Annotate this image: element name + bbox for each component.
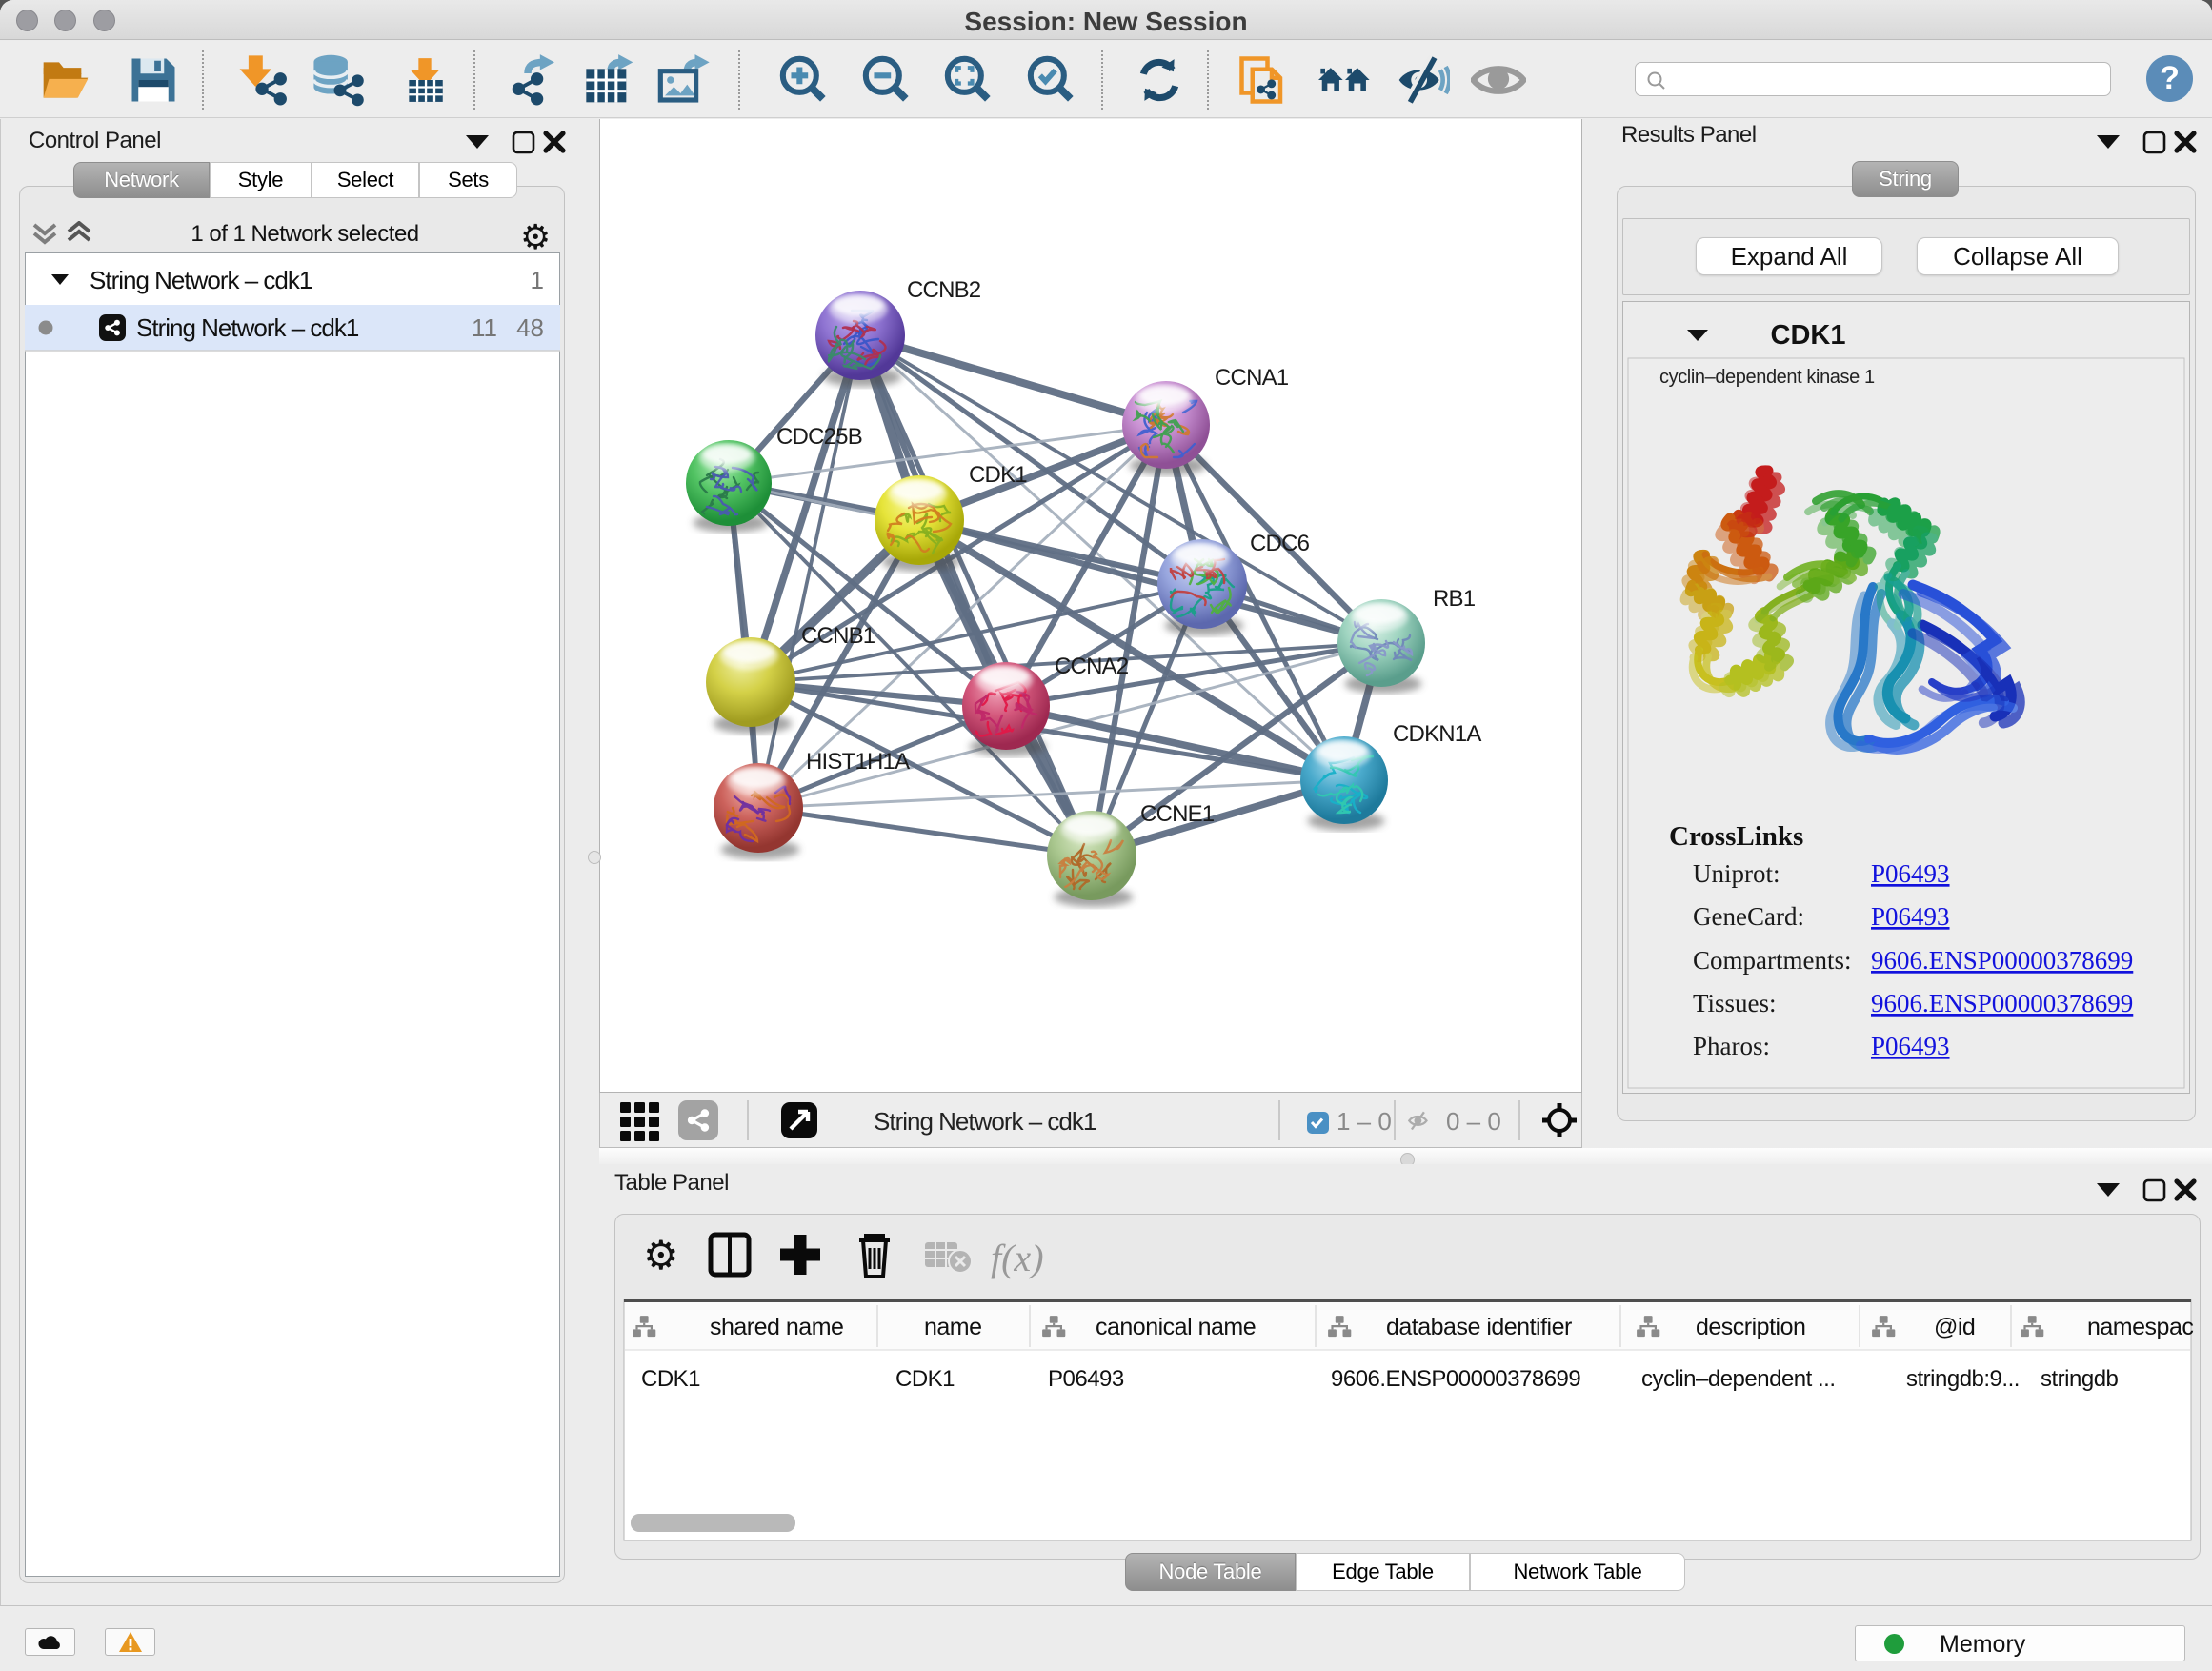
svg-text:P06493: P06493	[1871, 1032, 1950, 1060]
svg-text:cyclin–dependent ...: cyclin–dependent ...	[1641, 1366, 1835, 1392]
svg-text:1: 1	[531, 266, 544, 294]
svg-text:CCNE1: CCNE1	[1140, 801, 1215, 827]
svg-text:database identifier: database identifier	[1386, 1314, 1572, 1340]
svg-text:P06493: P06493	[1871, 859, 1950, 888]
svg-text:Pharos:: Pharos:	[1693, 1032, 1770, 1060]
svg-text:CCNB1: CCNB1	[801, 623, 875, 649]
svg-text:1 – 0: 1 – 0	[1337, 1107, 1392, 1136]
svg-text:@id: @id	[1934, 1314, 1975, 1340]
svg-text:CDC6: CDC6	[1250, 531, 1310, 556]
svg-text:CDC25B: CDC25B	[776, 424, 862, 450]
svg-text:9606.ENSP00000378699: 9606.ENSP00000378699	[1331, 1366, 1580, 1392]
svg-text:CCNB2: CCNB2	[907, 277, 981, 303]
svg-text:Uniprot:: Uniprot:	[1693, 859, 1780, 888]
svg-text:CCNA2: CCNA2	[1055, 654, 1129, 679]
svg-text:GeneCard:: GeneCard:	[1693, 902, 1804, 931]
svg-text:⚙: ⚙	[643, 1233, 679, 1278]
svg-text:canonical name: canonical name	[1096, 1314, 1256, 1340]
svg-text:CCNA1: CCNA1	[1215, 365, 1289, 391]
svg-text:Compartments:: Compartments:	[1693, 946, 1851, 975]
svg-text:cyclin–dependent kinase 1: cyclin–dependent kinase 1	[1659, 367, 1875, 388]
svg-text:stringdb: stringdb	[2041, 1366, 2119, 1392]
svg-text:Tissues:: Tissues:	[1693, 989, 1777, 1017]
svg-text:String Network – cdk1: String Network – cdk1	[136, 313, 359, 342]
svg-text:CDK1: CDK1	[641, 1366, 700, 1392]
svg-text:RB1: RB1	[1433, 586, 1476, 612]
svg-text:CDK1: CDK1	[895, 1366, 955, 1392]
svg-text:P06493: P06493	[1048, 1366, 1124, 1392]
svg-text:11: 11	[472, 313, 497, 342]
svg-text:0 – 0: 0 – 0	[1446, 1107, 1501, 1136]
svg-text:CDK1: CDK1	[1771, 320, 1846, 351]
svg-text:9606.ENSP00000378699: 9606.ENSP00000378699	[1871, 946, 2133, 975]
svg-text:shared name: shared name	[710, 1314, 843, 1340]
svg-text:String Network – cdk1: String Network – cdk1	[874, 1107, 1096, 1136]
svg-text:f(x): f(x)	[991, 1237, 1044, 1279]
svg-text:CDKN1A: CDKN1A	[1393, 721, 1481, 747]
svg-text:name: name	[924, 1314, 982, 1340]
svg-text:HIST1H1A: HIST1H1A	[806, 749, 910, 775]
svg-text:String Network – cdk1: String Network – cdk1	[90, 266, 312, 294]
svg-text:9606.ENSP00000378699: 9606.ENSP00000378699	[1871, 989, 2133, 1017]
svg-text:namespac: namespac	[2087, 1314, 2193, 1340]
svg-text:48: 48	[516, 313, 544, 342]
svg-text:CDK1: CDK1	[969, 462, 1027, 488]
svg-text:description: description	[1696, 1314, 1805, 1340]
svg-text:P06493: P06493	[1871, 902, 1950, 931]
svg-text:stringdb:9...: stringdb:9...	[1906, 1366, 2020, 1392]
